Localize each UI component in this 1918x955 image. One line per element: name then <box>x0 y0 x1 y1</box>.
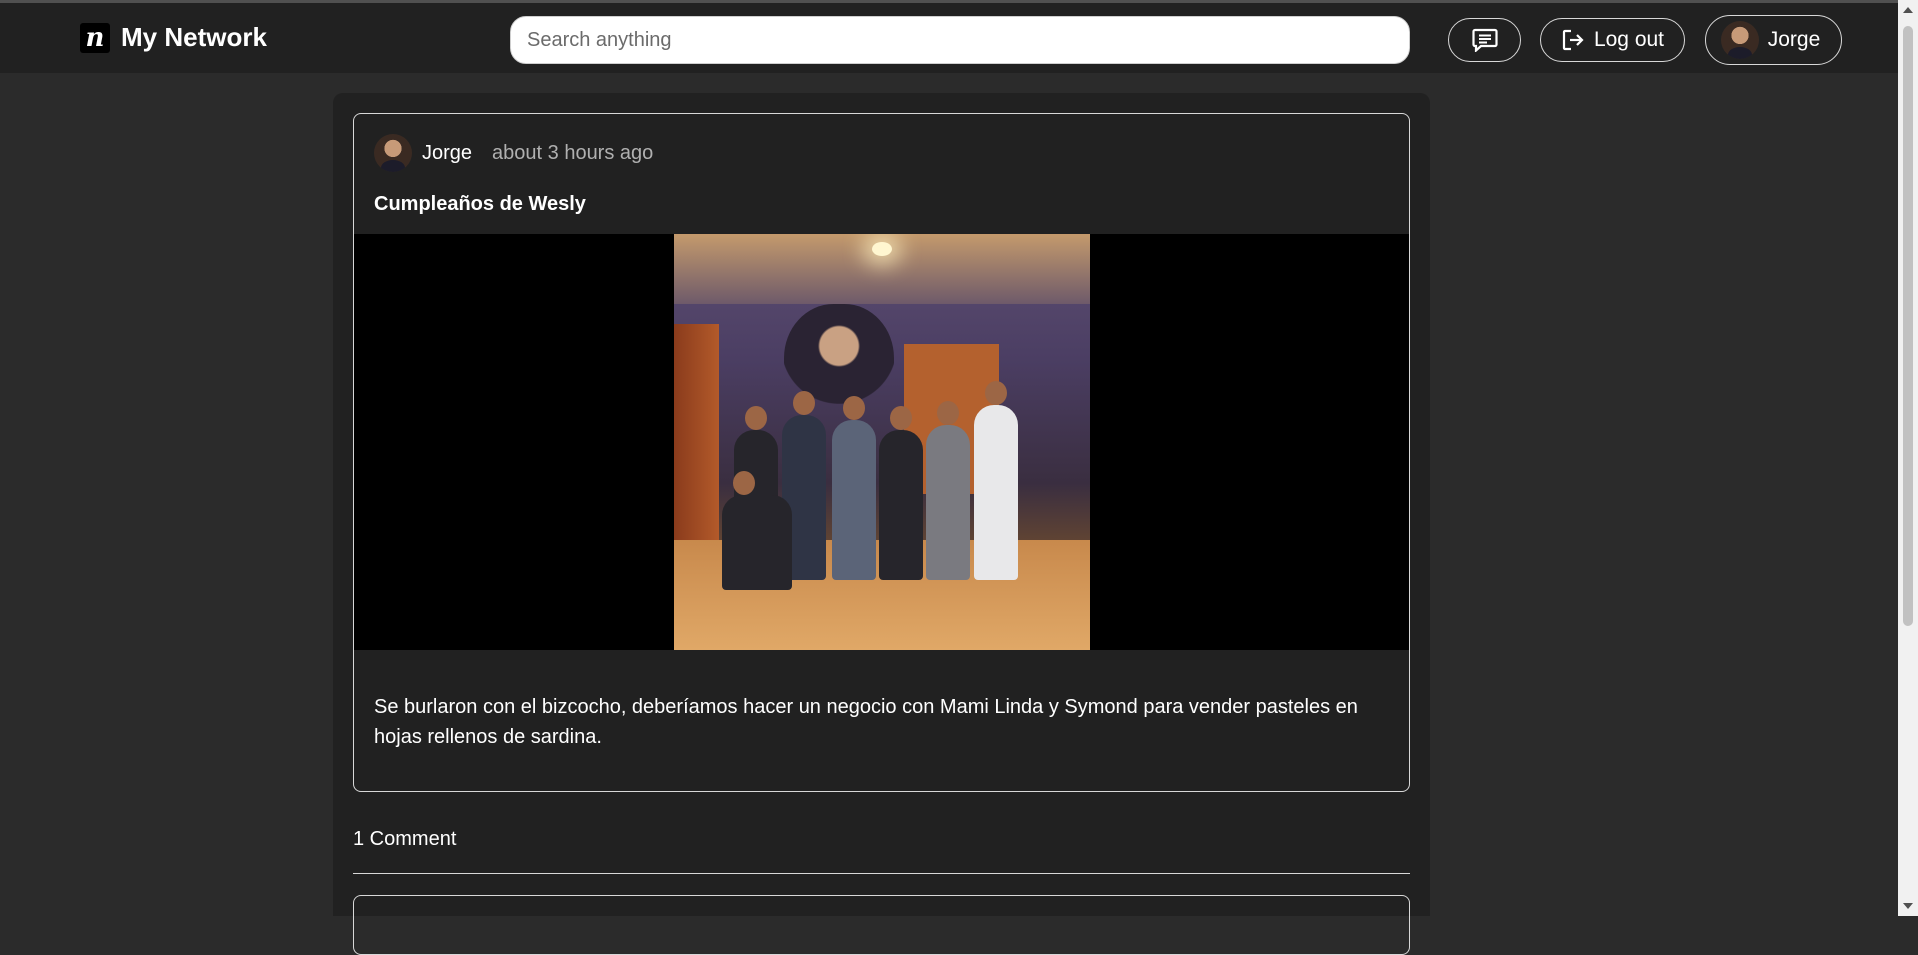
search-input[interactable] <box>510 16 1410 64</box>
profile-button[interactable]: Jorge <box>1705 15 1842 65</box>
logout-label: Log out <box>1593 28 1665 51</box>
post-card: Jorge about 3 hours ago Cumpleaños de We… <box>353 113 1410 792</box>
profile-name: Jorge <box>1767 28 1821 51</box>
author-avatar[interactable] <box>374 134 412 172</box>
post-author[interactable]: Jorge <box>422 142 472 165</box>
chat-icon <box>1471 28 1498 52</box>
brand-name: My Network <box>121 22 267 52</box>
page-scrollbar[interactable] <box>1898 0 1918 916</box>
post-title: Cumpleaños de Wesly <box>374 193 586 215</box>
comments-count: 1 Comment <box>353 828 457 850</box>
post-timestamp: about 3 hours ago <box>492 141 654 164</box>
scroll-down-arrow-icon[interactable] <box>1903 903 1913 909</box>
brand-logo[interactable]: n My Network <box>80 22 267 53</box>
comments-divider <box>353 873 1410 874</box>
post-header: Jorge about 3 hours ago <box>374 134 653 172</box>
post-detail-panel: Jorge about 3 hours ago Cumpleaños de We… <box>333 93 1430 955</box>
brand-mark-icon: n <box>80 22 110 53</box>
logout-button[interactable]: Log out <box>1540 18 1685 62</box>
post-photo[interactable] <box>674 234 1090 650</box>
post-body: Se burlaron con el bizcocho, deberíamos … <box>374 696 1358 748</box>
scroll-up-arrow-icon[interactable] <box>1903 7 1913 13</box>
user-avatar <box>1720 21 1759 59</box>
post-media <box>354 234 1409 650</box>
scrollbar-thumb[interactable] <box>1903 26 1913 626</box>
top-navbar: n My Network Log out Jorge <box>0 0 1898 73</box>
logout-icon <box>1562 29 1584 51</box>
comment-card <box>353 895 1410 955</box>
messages-button[interactable] <box>1448 18 1521 62</box>
